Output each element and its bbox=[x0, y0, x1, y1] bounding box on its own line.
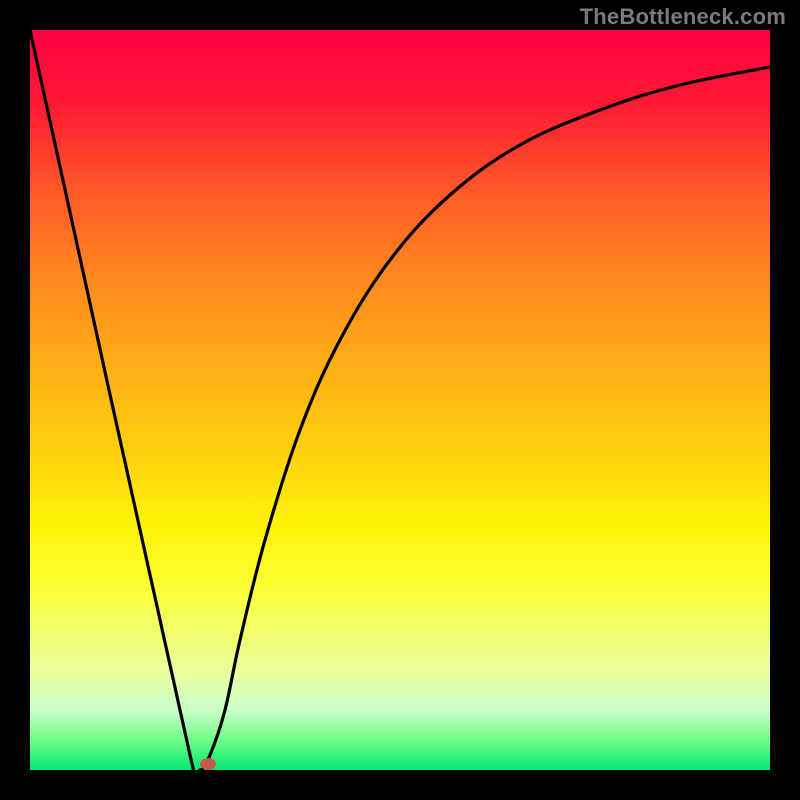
minimum-marker bbox=[200, 758, 216, 770]
curve-line bbox=[30, 30, 770, 770]
chart-frame bbox=[30, 30, 770, 770]
chart-svg bbox=[30, 30, 770, 770]
attribution-text: TheBottleneck.com bbox=[580, 4, 786, 30]
